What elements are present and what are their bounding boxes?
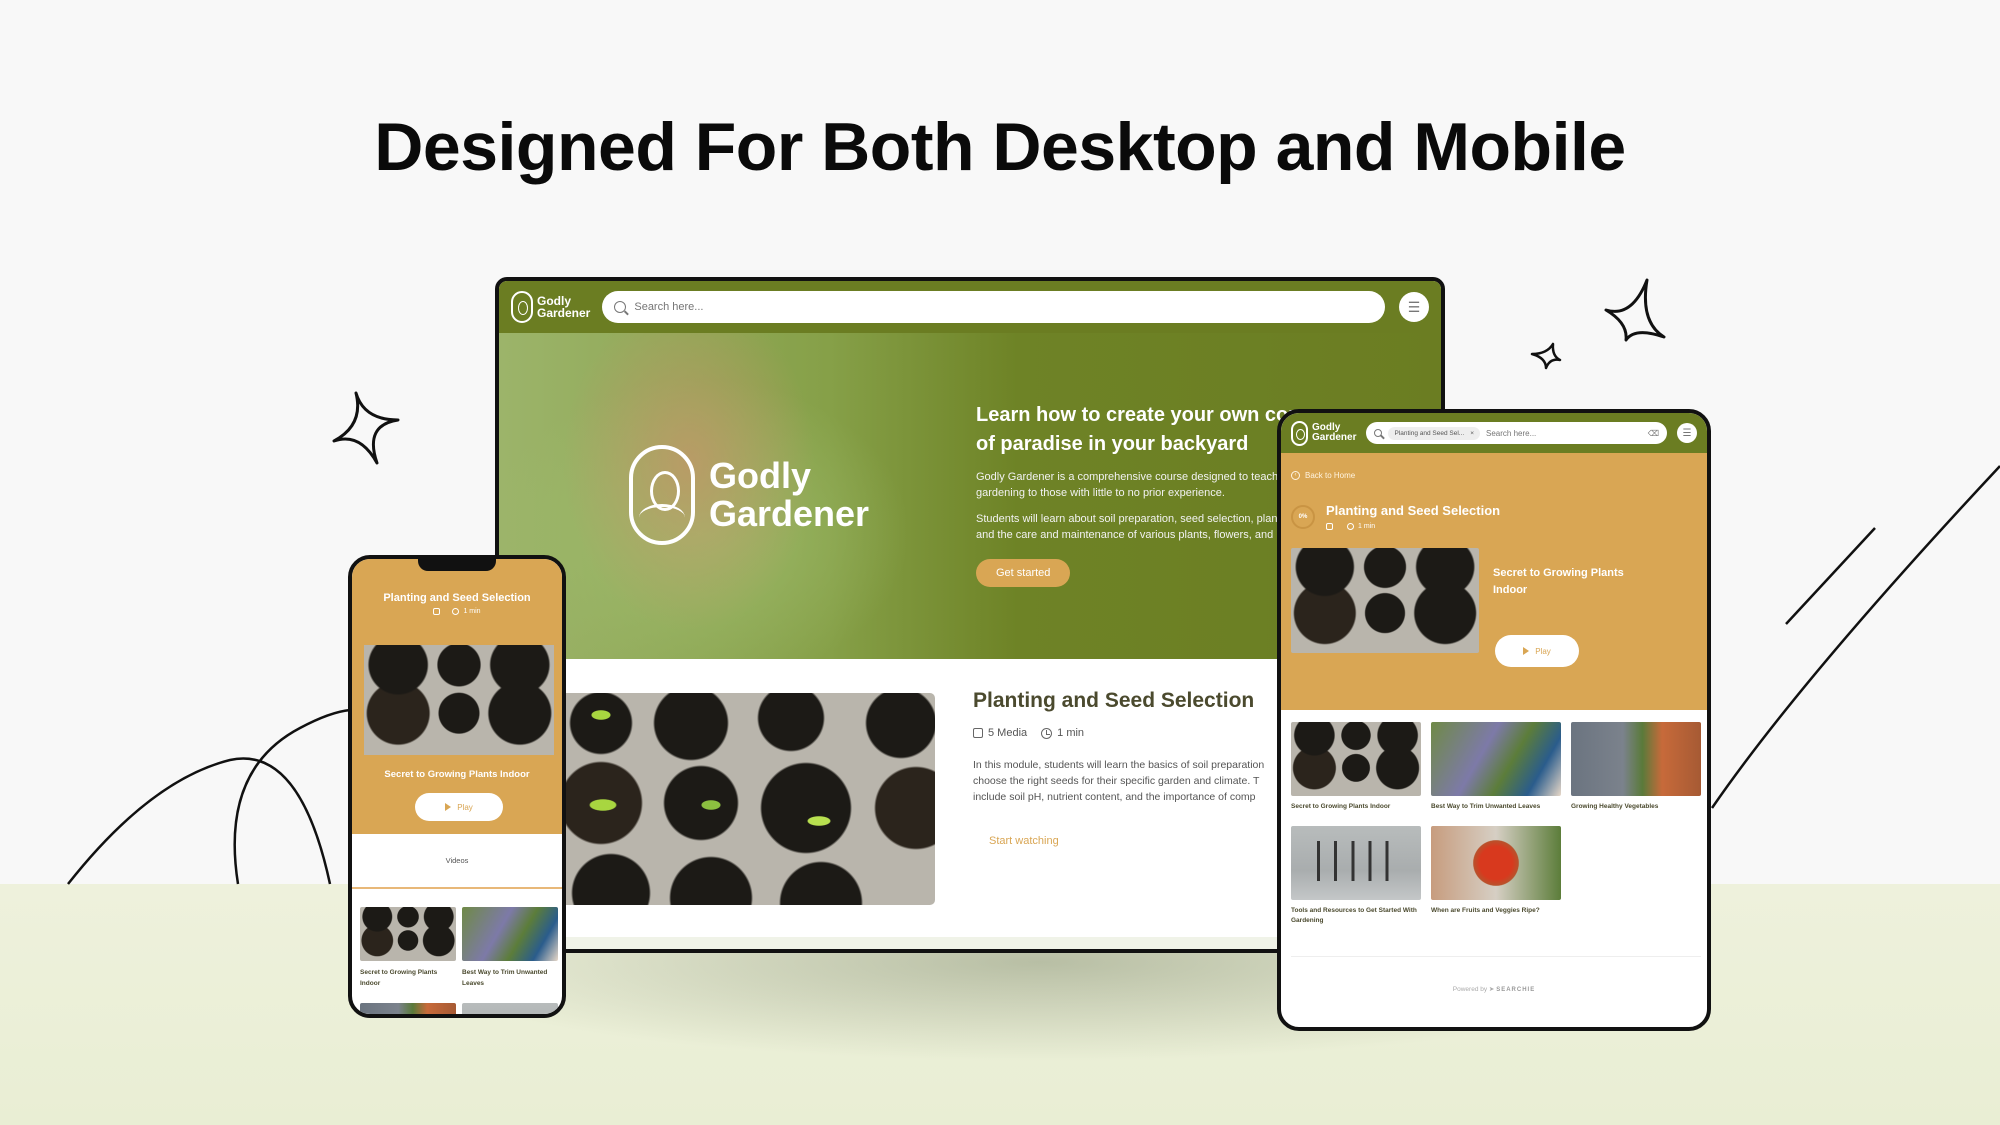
video-thumbnail <box>1431 826 1561 900</box>
video-card[interactable]: Tools and Resources to Get Started With … <box>1291 826 1421 926</box>
leaf-logo-icon <box>1291 420 1308 446</box>
phone-notch <box>418 559 496 571</box>
media-icon <box>1326 523 1333 530</box>
powered-by[interactable]: Powered by ➤ SEARCHIE <box>1281 985 1707 993</box>
search-bar <box>602 291 1385 323</box>
featured-video-title: Secret to Growing Plants Indoor <box>384 769 530 780</box>
search-filter-chip[interactable]: Planting and Seed Sel... × <box>1388 426 1481 440</box>
sparkle-right-large-icon <box>1604 278 1666 342</box>
chevron-left-icon: ‹ <box>1291 471 1300 480</box>
page-headline: Designed For Both Desktop and Mobile <box>374 109 1626 185</box>
tablet-header: Godly Gardener Planting and Seed Sel... … <box>1281 413 1707 453</box>
video-card[interactable]: Secret to Growing Plants Indoor <box>360 907 456 989</box>
get-started-button[interactable]: Get started <box>976 559 1071 587</box>
leaf-logo-icon <box>511 291 533 323</box>
module-duration: 1 min <box>1057 727 1085 739</box>
media-icon <box>433 608 441 615</box>
video-grid: Secret to Growing Plants Indoor Best Way… <box>360 907 558 1014</box>
video-card[interactable]: Secret to Growing Plants Indoor <box>1291 722 1421 812</box>
clock-icon <box>1041 727 1053 739</box>
module-title: Planting and Seed Selection <box>1326 503 1501 518</box>
tab-videos[interactable]: Videos <box>352 856 562 865</box>
video-thumbnail <box>1571 722 1701 796</box>
sparkle-left-icon <box>332 391 400 465</box>
hero-brand-line2: Gardener <box>709 493 870 534</box>
play-icon <box>1523 647 1530 655</box>
progress-indicator: 0% <box>1291 505 1315 529</box>
hero-brand-line1: Godly <box>709 455 812 496</box>
video-thumbnail <box>462 907 558 961</box>
media-count: 5 Media <box>988 727 1028 739</box>
search-bar: Planting and Seed Sel... × ⌫ <box>1366 422 1667 444</box>
sparkle-right-small-icon <box>1530 342 1562 370</box>
start-watching-link[interactable]: Start watching <box>989 835 1059 847</box>
swoosh-line-right <box>1710 465 2000 809</box>
clock-icon <box>452 608 460 615</box>
video-thumbnail <box>360 1003 456 1014</box>
media-icon <box>973 728 983 738</box>
hamburger-icon: ☰ <box>1407 298 1421 315</box>
brand-logo[interactable]: Godly Gardener <box>1291 420 1356 446</box>
featured-video-thumbnail[interactable] <box>1291 548 1479 653</box>
content-tabs: Videos <box>352 834 562 889</box>
module-meta: 1 min <box>1326 523 1375 530</box>
module-meta: 1 min <box>352 608 562 615</box>
video-grid: Secret to Growing Plants Indoor Best Way… <box>1291 722 1701 926</box>
back-to-home-link[interactable]: ‹ Back to Home <box>1291 471 1355 480</box>
play-button[interactable]: Play <box>415 793 503 821</box>
video-card[interactable]: When are Fruits and Veggies Ripe? <box>1431 826 1561 926</box>
video-card[interactable]: Growing Healthy Vegetables <box>1571 722 1701 812</box>
search-icon <box>614 301 627 313</box>
footer-divider <box>1291 956 1701 957</box>
play-icon <box>445 803 452 811</box>
tablet-device-mockup: Godly Gardener Planting and Seed Sel... … <box>1277 409 1711 1031</box>
hero-brand: Godly Gardener <box>629 445 869 545</box>
video-card[interactable] <box>360 1003 456 1014</box>
module-thumbnail[interactable] <box>561 693 935 905</box>
brand-line2: Gardener <box>537 306 591 320</box>
dash-line-right <box>1785 527 1876 625</box>
chip-close-icon[interactable]: × <box>1470 430 1474 437</box>
video-thumbnail <box>360 907 456 961</box>
clear-search-icon[interactable]: ⌫ <box>1648 429 1659 438</box>
module-banner: Planting and Seed Selection 1 min Secret… <box>352 559 562 834</box>
searchie-logo-icon: ➤ <box>1488 986 1495 993</box>
phone-device-mockup: Planting and Seed Selection 1 min Secret… <box>348 555 566 1018</box>
video-thumbnail <box>1431 722 1561 796</box>
search-input[interactable] <box>634 301 1373 313</box>
video-thumbnail <box>462 1003 558 1014</box>
leaf-logo-icon <box>629 445 695 545</box>
module-banner: ‹ Back to Home 0% Planting and Seed Sele… <box>1281 453 1707 710</box>
video-card[interactable] <box>462 1003 558 1014</box>
swoosh-line-left-loop <box>233 708 351 885</box>
swoosh-line-left <box>67 757 332 885</box>
featured-video-title: Secret to Growing Plants Indoor <box>1493 567 1624 596</box>
video-card[interactable]: Best Way to Trim Unwanted Leaves <box>462 907 558 989</box>
module-title: Planting and Seed Selection <box>383 592 531 604</box>
search-input[interactable] <box>1486 428 1642 438</box>
desktop-header: Godly Gardener ☰ <box>499 281 1441 333</box>
video-thumbnail <box>1291 722 1421 796</box>
featured-video-thumbnail[interactable] <box>364 645 554 755</box>
video-card[interactable]: Best Way to Trim Unwanted Leaves <box>1431 722 1561 812</box>
menu-button[interactable]: ☰ <box>1399 292 1429 322</box>
play-button[interactable]: Play <box>1495 635 1579 667</box>
menu-button[interactable]: ☰ <box>1677 423 1697 443</box>
search-icon <box>1374 429 1383 437</box>
video-thumbnail <box>1291 826 1421 900</box>
brand-logo[interactable]: Godly Gardener <box>511 291 590 323</box>
clock-icon <box>1347 523 1354 530</box>
hamburger-icon: ☰ <box>1682 427 1692 439</box>
